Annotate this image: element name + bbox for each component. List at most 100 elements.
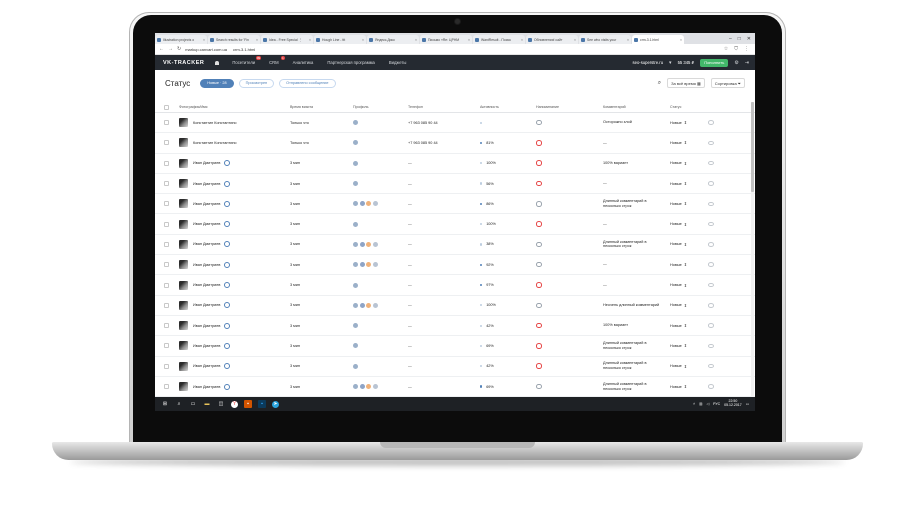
hide-row[interactable]	[708, 316, 718, 335]
status-select[interactable]: Новые⇕	[670, 255, 700, 274]
col-activity[interactable]: Активность	[480, 102, 530, 112]
hide-row[interactable]	[708, 133, 718, 152]
visitor-name[interactable]: Иван Дмитриев	[193, 324, 220, 328]
eye-icon[interactable]	[708, 384, 714, 389]
visitor-cell[interactable]: Иван Дмитриев	[179, 255, 269, 274]
odnoklassniki-icon[interactable]	[366, 201, 371, 207]
alarm-clock-icon[interactable]	[536, 119, 542, 126]
eye-icon[interactable]	[708, 282, 714, 288]
visitor-name[interactable]: Иван Дмитриев	[193, 385, 220, 389]
reload-button[interactable]: ↻	[177, 46, 181, 52]
browser-tab[interactable]: Hough Line - ttt ×	[314, 35, 366, 44]
telegram-icon[interactable]: ➤	[272, 400, 279, 408]
visitor-cell[interactable]: Иван Дмитриев	[179, 275, 269, 294]
status-dropdown[interactable]: Новые⇕	[670, 120, 687, 126]
close-tab-icon[interactable]: ×	[203, 38, 205, 42]
hide-row[interactable]	[708, 377, 718, 396]
avatar[interactable]	[179, 239, 188, 249]
mail-icon[interactable]	[372, 201, 378, 207]
hide-row[interactable]	[708, 235, 718, 254]
status-select[interactable]: Новые⇕	[670, 357, 700, 376]
vk-icon[interactable]	[353, 343, 358, 349]
status-select[interactable]: Новые⇕	[670, 275, 700, 294]
browser-tab[interactable]: Search results for 'Fin ×	[208, 35, 260, 44]
menu-icon[interactable]: ⋮	[744, 46, 749, 52]
status-filter-tab[interactable]: Новые · 28	[200, 78, 234, 88]
status-dropdown[interactable]: Новые⇕	[670, 140, 687, 146]
row-checkbox[interactable]	[164, 357, 169, 376]
star-icon[interactable]: ☆	[724, 46, 728, 52]
table-row[interactable]: Иван Дмитриев 3 мин — 56% — Новые ⇕	[155, 174, 755, 195]
col-time[interactable]: Время визита	[290, 102, 340, 112]
comment-cell[interactable]: Длинный комментарий в несколько строк	[603, 357, 665, 376]
odnoklassniki-icon[interactable]	[366, 302, 371, 308]
visitor-name[interactable]: Иван Дмитриев	[193, 222, 220, 226]
close-tab-icon[interactable]: ×	[521, 38, 523, 42]
row-checkbox[interactable]	[164, 154, 169, 173]
volume-icon[interactable]: ◁	[706, 402, 709, 406]
status-dropdown[interactable]: Новые⇕	[670, 262, 687, 268]
table-row[interactable]: Иван Дмитриев 3 мин — 69% Длинный комментари…	[155, 377, 755, 398]
odnoklassniki-icon[interactable]	[366, 241, 371, 247]
alarm-clock-icon[interactable]	[536, 383, 542, 390]
visitor-cell[interactable]: Иван Дмитриев	[179, 357, 269, 376]
avatar[interactable]	[179, 361, 188, 371]
avatar[interactable]	[179, 219, 188, 229]
avatar[interactable]	[179, 321, 188, 331]
hide-row[interactable]	[708, 296, 718, 315]
status-dropdown[interactable]: Новые⇕	[670, 201, 687, 207]
eye-icon[interactable]	[708, 140, 714, 146]
store-icon[interactable]: ◫	[217, 400, 225, 408]
comment-cell[interactable]: —	[603, 275, 665, 294]
alarm-clock-icon[interactable]	[536, 322, 542, 329]
row-checkbox[interactable]	[164, 113, 169, 132]
hide-row[interactable]	[708, 113, 718, 132]
sort-select[interactable]: Сортировка ⏷	[710, 78, 745, 88]
facebook-icon[interactable]	[359, 241, 365, 247]
table-row[interactable]: Иван Дмитриев 3 мин — 100% Неочень длинный к…	[155, 296, 755, 316]
visitor-cell[interactable]: Иван Дмитриев	[179, 316, 269, 335]
visitor-name[interactable]: Иван Дмитриев	[193, 161, 220, 165]
alarm-clock-icon[interactable]	[536, 282, 542, 288]
status-dropdown[interactable]: Новые⇕	[670, 161, 687, 166]
scrollbar[interactable]	[751, 102, 754, 402]
vk-icon[interactable]	[353, 201, 358, 207]
avatar[interactable]	[179, 199, 188, 209]
visitor-cell[interactable]: Иван Дмитриев	[179, 235, 269, 254]
yandex-browser-icon[interactable]: Y	[231, 400, 238, 408]
taskbar-clock[interactable]: 22:50 05.12.2017	[724, 399, 742, 408]
browser-tab[interactable]: See who visits your ×	[579, 35, 631, 44]
logout-icon[interactable]: ⇥	[745, 60, 749, 66]
table-row[interactable]: Иван Дмитриев 3 мин — 100% — Новые ⇕	[155, 214, 755, 235]
vk-icon[interactable]	[353, 181, 358, 187]
status-filter-tab[interactable]: Просмотрен	[238, 78, 275, 88]
alarm-clock-icon[interactable]	[536, 221, 542, 227]
status-dropdown[interactable]: Новые⇕	[670, 222, 687, 227]
alarm-clock-icon[interactable]	[536, 261, 542, 268]
avatar[interactable]	[179, 300, 188, 310]
avatar[interactable]	[179, 179, 188, 189]
eye-icon[interactable]	[708, 181, 714, 186]
alarm-clock-icon[interactable]	[536, 180, 542, 187]
comment-cell[interactable]: —	[603, 255, 665, 274]
hide-row[interactable]	[708, 154, 718, 173]
eye-icon[interactable]	[708, 262, 714, 267]
avatar[interactable]	[179, 341, 188, 351]
close-tab-icon[interactable]: ×	[309, 38, 311, 42]
comment-cell[interactable]: —	[603, 174, 665, 193]
avatar[interactable]	[179, 280, 188, 290]
windows-start-icon[interactable]: ⊞	[161, 400, 169, 408]
comment-cell[interactable]: Длинный комментарий в несколько строк	[603, 377, 665, 396]
table-row[interactable]: Иван Дмитриев 3 мин — 97% — Новые ⇕	[155, 275, 755, 296]
visitor-name[interactable]: Иван Дмитриев	[193, 283, 220, 287]
col-reminder[interactable]: Напоминание	[536, 102, 596, 112]
col-profile[interactable]: Профиль	[353, 102, 401, 112]
row-checkbox[interactable]	[164, 336, 169, 355]
avatar[interactable]	[179, 260, 188, 270]
status-dropdown[interactable]: Новые⇕	[670, 343, 687, 349]
nav-item[interactable]: Виджеты	[389, 60, 407, 65]
vk-icon[interactable]	[353, 282, 358, 288]
mail-icon[interactable]	[372, 241, 378, 247]
row-checkbox[interactable]	[164, 377, 169, 396]
eye-icon[interactable]	[708, 120, 714, 125]
